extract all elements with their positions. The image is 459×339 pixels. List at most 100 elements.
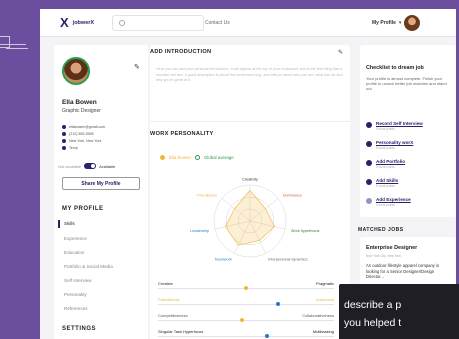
radar-axis-label: Work hyperfocus (291, 229, 320, 233)
legend-user-label: Ella Bowen (169, 155, 191, 160)
caption-text: describe a p you helped t (344, 296, 459, 332)
phone-text: (212) 555-5555 (69, 132, 94, 136)
edit-pencil-icon[interactable]: ✎ (338, 49, 343, 56)
radar-axis-label: Teamwork (214, 257, 231, 261)
legend-swatch-user (160, 155, 165, 160)
checklist-item-label[interactable]: Personality worX (376, 140, 413, 145)
radar-axis-label: Leadership (190, 229, 209, 233)
slider-track[interactable] (158, 304, 334, 305)
checklist-item-points: 5 work points (376, 165, 395, 169)
active-indicator (58, 220, 60, 228)
checklist-item-text: Record Self Interview 5 work points (376, 121, 423, 131)
pending-circle-icon (366, 198, 372, 204)
checklist-item-text: Add Experience 5 work points (376, 197, 411, 207)
sidebar-item-experience[interactable]: Experience (64, 236, 87, 241)
slider-left-label: Competitiveness (158, 313, 188, 318)
checklist-item-points: 5 work points (376, 127, 395, 131)
checklist-item-text: Add Portfolio 5 work points (376, 159, 405, 169)
sidebar-item-personality[interactable]: Personality (64, 292, 87, 297)
matched-jobs-heading: MATCHED JOBS (358, 227, 404, 233)
slider-track[interactable] (158, 336, 334, 337)
email-icon (62, 125, 66, 129)
sidebar-item-references[interactable]: References (64, 306, 88, 311)
share-profile-button[interactable]: Share My Profile (62, 177, 140, 190)
search-input[interactable] (112, 15, 204, 31)
checklist-item-text: Add Skills 5 work points (376, 178, 398, 188)
personality-heading: WORX PERSONALITY (150, 131, 214, 137)
logo[interactable]: X jobwerX (60, 15, 94, 30)
checklist-item-points: 5 work points (376, 203, 395, 207)
check-circle-icon (366, 179, 372, 185)
logo-mark-icon: X (60, 15, 69, 30)
profile-card: ✎ Ella Bowen Graphic Designer ellabowen@… (54, 45, 148, 339)
contact-link[interactable]: Contact Us (205, 20, 230, 26)
my-profile-heading: MY PROFILE (62, 206, 104, 212)
profile-role: Graphic Designer (62, 108, 101, 114)
checklist-item[interactable]: Add Skills 5 work points (366, 178, 398, 188)
settings-heading: SETTINGS (62, 326, 97, 332)
checklist-item-text: Personality worX 5 work points (376, 140, 413, 150)
salary-type-row: Temp (62, 146, 78, 150)
checklist-item-label[interactable]: Add Portfolio (376, 159, 405, 164)
job-title: Enterprise Designer (366, 245, 418, 251)
job-description: An outdoor lifestyle apparel company is … (366, 263, 440, 279)
radar-axis-label: Friendliness (197, 193, 218, 197)
slider-right-label: Multitasking (312, 329, 334, 334)
search-icon (119, 20, 125, 26)
availability-toggle[interactable] (84, 163, 97, 169)
checklist-item-label[interactable]: Add Experience (376, 197, 411, 202)
slider-knob[interactable] (275, 302, 280, 306)
availability-toggle-row: Not available Available (58, 163, 115, 169)
location-text: New York, New York (69, 139, 102, 143)
available-label: Available (99, 163, 116, 169)
job-location: New York City, New York (366, 254, 401, 258)
check-circle-icon (366, 141, 372, 147)
location-icon (62, 139, 66, 143)
location-row: New York, New York (62, 139, 101, 143)
sidebar-item-self-interview[interactable]: Self Interview (64, 278, 92, 283)
checklist-item[interactable]: Personality worX 5 work points (366, 140, 413, 150)
slider-left-label: Singular Task Hyperfocus (158, 329, 204, 334)
checklist-item-points: 5 work points (376, 146, 395, 150)
legend-swatch-global (194, 155, 200, 160)
checklist-item-label[interactable]: Add Skills (376, 178, 398, 183)
legend-global-label: Global average (203, 155, 234, 160)
personality-slider[interactable]: Creative Pragmatic (158, 281, 334, 293)
phone-row: (212) 555-5555 (62, 132, 94, 136)
radar-axis-label: Creativity (242, 178, 258, 182)
personality-slider[interactable]: Friendliness Autonomy (158, 297, 334, 309)
check-circle-icon (366, 122, 372, 128)
decorative-line (6, 48, 28, 49)
checklist-item-label[interactable]: Record Self Interview (376, 121, 423, 126)
profile-menu[interactable]: My Profile ▾ (372, 15, 421, 31)
personality-slider[interactable]: Competitiveness Collaborativeness (158, 313, 334, 325)
check-circle-icon (366, 160, 372, 166)
slider-knob[interactable] (265, 334, 270, 338)
sidebar-item-skills[interactable]: Skills (64, 221, 75, 226)
slider-left-label: Creative (158, 281, 173, 286)
chevron-down-icon: ▾ (398, 20, 402, 26)
intro-placeholder[interactable]: Here you can add your personal introduct… (156, 67, 344, 84)
sidebar-item-portfolio[interactable]: Portfolio & Social Media (64, 264, 113, 269)
slider-right-label: Autonomy (315, 297, 334, 302)
top-navigation-bar: X jobwerX Contact Us My Profile ▾ (40, 9, 456, 37)
checklist-description: Your profile is almost complete. Finish … (366, 76, 447, 91)
edit-pencil-icon[interactable]: ✎ (134, 63, 140, 71)
slider-knob[interactable] (240, 318, 245, 322)
sidebar-item-education[interactable]: Education (64, 250, 84, 255)
radar-axis-label: Dominance (283, 193, 302, 197)
slider-right-label: Collaborativeness (302, 313, 334, 318)
caption-line-1: describe a p (344, 299, 402, 311)
checklist-item[interactable]: Record Self Interview 5 work points (366, 121, 423, 131)
profile-menu-label: My Profile (372, 20, 396, 26)
checklist-item[interactable]: Add Experience 5 work points (366, 197, 411, 207)
profile-name: Ella Bowen (62, 99, 97, 106)
radar-axis-label: Interpersonal dynamics (268, 257, 307, 261)
slider-knob[interactable] (244, 286, 248, 290)
decorative-line (0, 44, 26, 45)
checklist-item[interactable]: Add Portfolio 5 work points (366, 159, 405, 169)
email-row: ellabowen@gmail.com (62, 125, 105, 129)
main-content-card: ADD INTRODUCTION ✎ Here you can add your… (150, 45, 350, 339)
personality-slider[interactable]: Singular Task Hyperfocus Multitasking (158, 329, 334, 339)
slider-track[interactable] (158, 320, 334, 321)
